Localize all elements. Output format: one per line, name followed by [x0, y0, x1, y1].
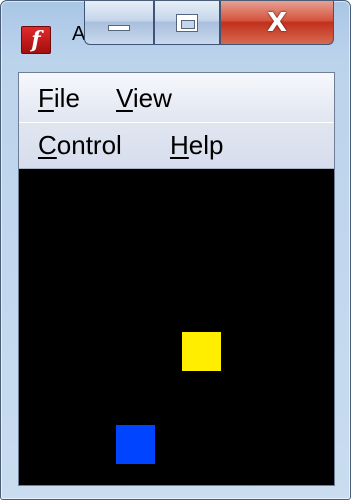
menu-file[interactable]: File — [38, 83, 80, 113]
menu-file-access-key: F — [38, 83, 54, 113]
menu-file-label: ile — [53, 83, 80, 113]
menu-row-2: Control Help — [19, 122, 334, 169]
app-window: f A X File View Control Help — [0, 0, 351, 500]
close-button[interactable]: X — [220, 1, 334, 45]
menu-bar: File View Control Help — [19, 73, 334, 169]
menu-row-1: File View — [19, 75, 334, 122]
minimize-icon — [108, 24, 130, 31]
flash-player-icon[interactable]: f — [21, 26, 51, 54]
client-area: File View Control Help — [18, 72, 335, 486]
maximize-button[interactable] — [154, 1, 220, 45]
yellow-square — [182, 332, 221, 371]
maximize-icon — [176, 13, 198, 32]
menu-control-label: ontrol — [56, 130, 122, 160]
menu-view-label: iew — [132, 83, 172, 113]
minimize-button[interactable] — [84, 1, 154, 45]
menu-help-access-key: H — [170, 130, 189, 160]
menu-view-access-key: V — [116, 83, 133, 113]
blue-square — [116, 425, 155, 464]
menu-view[interactable]: View — [116, 83, 172, 113]
close-icon: X — [266, 7, 288, 38]
menu-control-access-key: C — [38, 130, 57, 160]
menu-help[interactable]: Help — [170, 130, 223, 160]
flash-stage[interactable] — [19, 169, 334, 485]
title-bar[interactable]: f A X — [1, 1, 350, 63]
menu-help-label: elp — [188, 130, 224, 160]
menu-control[interactable]: Control — [38, 130, 122, 160]
caption-buttons: X — [84, 1, 334, 45]
